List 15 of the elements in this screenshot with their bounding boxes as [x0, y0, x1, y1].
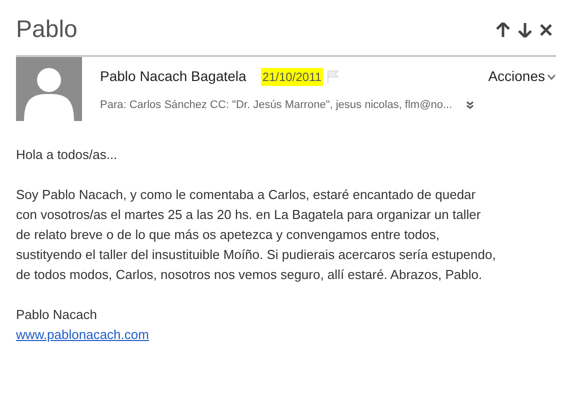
- sender-name: Pablo Nacach Bagatela: [100, 67, 246, 86]
- down-arrow-icon[interactable]: [518, 22, 532, 38]
- greeting-text: Hola a todos/as...: [16, 146, 118, 164]
- website-link[interactable]: www.pablonacach.com: [16, 327, 149, 342]
- signature-name: Pablo Nacach: [16, 306, 98, 324]
- chevron-icon: [547, 74, 556, 80]
- actions-button[interactable]: Acciones: [488, 66, 556, 87]
- up-arrow-icon[interactable]: [496, 22, 510, 38]
- avatar-icon: [16, 57, 82, 121]
- message-body: Soy Pablo Nacach, y como le comentaba a Carlos, estaré encantado de quedar con vosotros/as el martes 25 a las 20 hs. en La Bagatela para organizar un taller de relato breve o de lo que más os apetezca y convengamos entre todos, sustityendo el taller del insustituible Moíño. Si pudierais acercaros sería estupendo, de todos modos, Carlos, nosotros nos vemos seguro, allí estaré. Abrazos, Pablo.: [16, 186, 497, 284]
- close-icon[interactable]: [540, 24, 552, 36]
- date-text: 21/10/2011: [261, 68, 322, 86]
- double-chevron-icon[interactable]: [466, 101, 474, 110]
- window-title: Pablo: [16, 15, 78, 45]
- recipients-text: Para: Carlos Sánchez CC: "Dr. Jesús Marrone", jesus nicolas, flm@no...: [100, 98, 452, 113]
